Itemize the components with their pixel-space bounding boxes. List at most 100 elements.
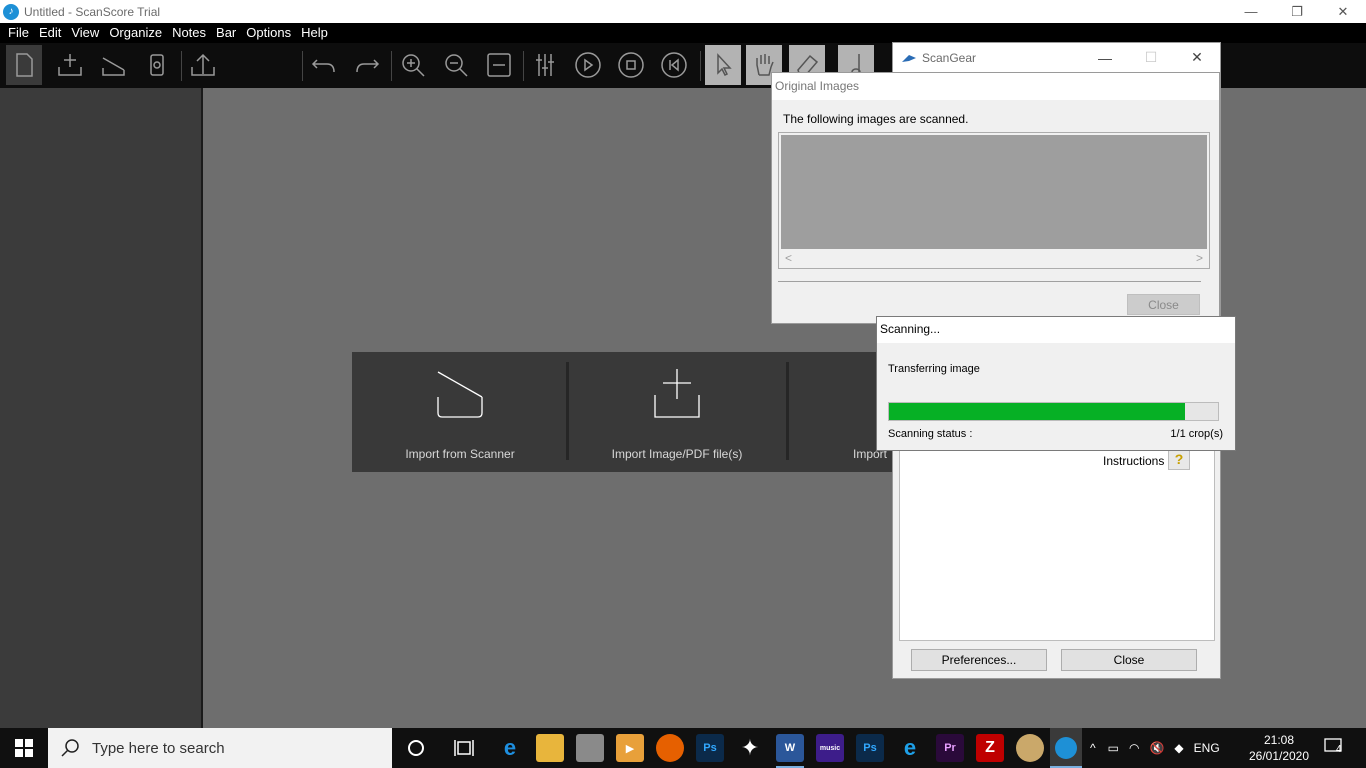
menu-notes[interactable]: Notes xyxy=(167,23,211,43)
menu-help[interactable]: Help xyxy=(296,23,333,43)
menu-edit[interactable]: Edit xyxy=(34,23,66,43)
volume-muted-icon[interactable]: 🔇 xyxy=(1149,741,1164,755)
select-tool-button[interactable] xyxy=(705,45,741,85)
cortana-circle-icon xyxy=(408,740,424,756)
select-pointer-icon xyxy=(717,53,732,77)
audio-button[interactable] xyxy=(139,45,175,85)
scangear-minimize-button[interactable]: — xyxy=(1082,43,1128,72)
horizontal-scrollbar[interactable]: < > xyxy=(781,250,1207,266)
original-images-dialog: Original Images The following images are… xyxy=(771,72,1220,324)
scanning-status-label: Scanning status : xyxy=(888,428,973,440)
rewind-button[interactable] xyxy=(656,45,692,85)
photoshop-icon[interactable]: Ps xyxy=(696,734,724,762)
import-file-icon xyxy=(654,369,700,418)
notification-count: 4 xyxy=(1336,744,1342,755)
scanscore-logo-icon: ♪ xyxy=(3,3,19,20)
help-button[interactable]: ? xyxy=(1168,448,1190,470)
import-icon xyxy=(58,54,82,76)
original-images-title: Original Images xyxy=(772,73,1219,100)
scangear-title-bar: ScanGear — ☐ ✕ xyxy=(893,43,1220,72)
windows-logo-icon xyxy=(15,739,33,757)
stop-button[interactable] xyxy=(613,45,649,85)
toolbar-separator xyxy=(302,51,303,81)
notification-center-button[interactable]: 4 xyxy=(1324,738,1348,758)
firefox-icon[interactable] xyxy=(656,734,684,762)
new-document-button[interactable] xyxy=(6,45,42,85)
task-view-glyph-icon xyxy=(454,740,474,756)
redo-icon xyxy=(356,59,380,73)
import-button[interactable] xyxy=(52,45,88,85)
start-button[interactable] xyxy=(0,728,48,768)
fit-page-button[interactable] xyxy=(481,45,517,85)
scanner-app-icon[interactable] xyxy=(576,734,604,762)
tray-chevron-icon[interactable]: ^ xyxy=(1090,741,1096,755)
search-placeholder: Type here to search xyxy=(92,739,225,757)
toolbar-separator xyxy=(391,51,392,81)
mixer-icon xyxy=(536,54,554,76)
minimize-button[interactable]: — xyxy=(1228,0,1274,23)
window-controls: — ❐ ✕ xyxy=(1228,0,1366,23)
scangear-close-button[interactable]: ✕ xyxy=(1174,43,1220,72)
preferences-button[interactable]: Preferences... xyxy=(911,649,1047,671)
play-button[interactable] xyxy=(570,45,606,85)
paint-icon[interactable] xyxy=(1016,734,1044,762)
scanner-icon xyxy=(102,57,125,76)
stop-icon xyxy=(618,52,644,78)
import-from-scanner-tile[interactable]: Import from Scanner xyxy=(352,352,568,472)
photoshop-2-icon[interactable]: Ps xyxy=(856,734,884,762)
toolbar-separator xyxy=(523,51,524,81)
task-view-icon[interactable] xyxy=(450,734,478,762)
close-button[interactable]: ✕ xyxy=(1320,0,1366,23)
dropbox-icon[interactable]: ◆ xyxy=(1174,741,1183,755)
scroll-left-icon[interactable]: < xyxy=(785,251,792,265)
video-app-icon[interactable]: ▶ xyxy=(616,734,644,762)
wifi-icon[interactable]: ◠ xyxy=(1129,741,1139,755)
word-icon[interactable]: W xyxy=(776,734,804,762)
import-file-tile[interactable]: Import Image/PDF file(s) xyxy=(569,352,785,472)
edge-icon[interactable]: e xyxy=(496,734,524,762)
taskbar-search-box[interactable]: Type here to search xyxy=(48,728,392,768)
scanner-icon xyxy=(437,371,483,418)
original-images-close-button: Close xyxy=(1127,294,1200,315)
import-file-label: Import Image/PDF file(s) xyxy=(611,447,743,461)
new-document-icon xyxy=(16,53,33,77)
amazon-music-icon[interactable]: music xyxy=(816,734,844,762)
scangear-close-dialog-button[interactable]: Close xyxy=(1061,649,1197,671)
toolbar-separator xyxy=(181,51,182,81)
language-indicator[interactable]: ENG xyxy=(1194,741,1220,755)
cortana-icon[interactable] xyxy=(402,734,430,762)
filezilla-icon[interactable]: Z xyxy=(976,734,1004,762)
toolbar-separator xyxy=(700,51,701,81)
menu-view[interactable]: View xyxy=(66,23,104,43)
clock[interactable]: 21:08 26/01/2020 xyxy=(1240,732,1318,764)
scanning-progress-fill xyxy=(889,403,1186,420)
scroll-right-icon[interactable]: > xyxy=(1196,251,1203,265)
export-button[interactable] xyxy=(185,45,221,85)
export-icon xyxy=(191,53,215,76)
premiere-icon[interactable]: Pr xyxy=(936,734,964,762)
zoom-in-button[interactable] xyxy=(395,45,431,85)
file-explorer-icon[interactable] xyxy=(536,734,564,762)
menu-bar-item[interactable]: Bar xyxy=(211,23,241,43)
scanning-dialog: Scanning... Transferring image Scanning … xyxy=(876,316,1236,451)
scan-button[interactable] xyxy=(95,45,131,85)
internet-explorer-icon[interactable]: e xyxy=(896,734,924,762)
mixer-button[interactable] xyxy=(527,45,563,85)
menu-options[interactable]: Options xyxy=(241,23,296,43)
undo-button[interactable] xyxy=(306,45,342,85)
scanscore-taskbar-button[interactable] xyxy=(1050,728,1082,768)
redo-button[interactable] xyxy=(349,45,385,85)
menu-file[interactable]: File xyxy=(3,23,34,43)
restore-button[interactable]: ❐ xyxy=(1274,0,1320,23)
rewind-icon xyxy=(661,52,687,78)
zoom-in-icon xyxy=(402,54,425,77)
inkscape-icon[interactable]: ✦ xyxy=(736,734,764,762)
menu-organize[interactable]: Organize xyxy=(104,23,167,43)
battery-icon[interactable]: ▭ xyxy=(1108,741,1119,755)
zoom-out-button[interactable] xyxy=(438,45,474,85)
menu-bar: File Edit View Organize Notes Bar Option… xyxy=(0,23,1366,43)
original-images-message: The following images are scanned. xyxy=(783,112,969,126)
scanned-images-list: < > xyxy=(778,132,1210,269)
import-scanner-label: Import from Scanner xyxy=(405,447,515,461)
scanscore-icon xyxy=(1055,737,1077,759)
